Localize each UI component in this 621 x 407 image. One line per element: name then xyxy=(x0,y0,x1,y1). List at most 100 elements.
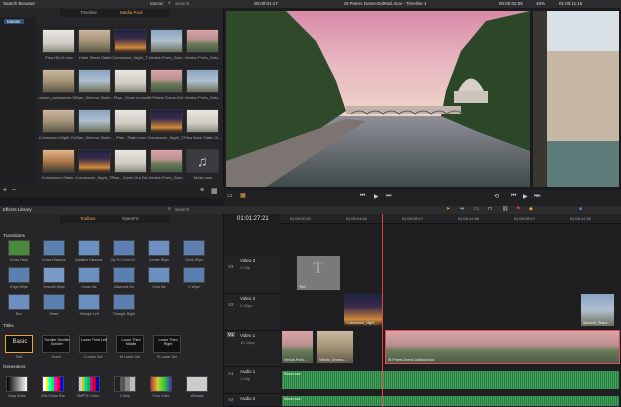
media-clip-thumbnail[interactable] xyxy=(42,29,75,53)
viewer-mode-icon[interactable]: ▭ xyxy=(227,192,233,199)
track-header-v2[interactable]: V2 Video 2 3 Clips xyxy=(224,294,280,331)
program-play-icon[interactable]: ▶ xyxy=(523,193,528,200)
transition-tile[interactable] xyxy=(148,240,170,256)
title-tile[interactable]: Lower Third Right xyxy=(153,335,181,353)
timeline-clip-st-peters[interactable]: St Peters Dome-DolMoil.mov xyxy=(385,330,620,364)
bin-dropdown[interactable]: Master xyxy=(150,1,164,6)
transition-tile[interactable] xyxy=(43,240,65,256)
title-tile[interactable]: Lower Third Left xyxy=(79,335,107,353)
tab-media-pool[interactable]: Media Pool xyxy=(120,10,143,15)
generator-tile[interactable] xyxy=(186,376,208,392)
transition-tile[interactable] xyxy=(78,240,100,256)
generator-tile[interactable] xyxy=(114,376,136,392)
media-clip-thumbnail[interactable] xyxy=(150,109,183,133)
timeline-options-icon[interactable]: ■ xyxy=(579,206,582,212)
media-clip-thumbnail[interactable] xyxy=(114,69,147,93)
media-clip-thumbnail[interactable] xyxy=(78,69,111,93)
prev-clip-icon[interactable]: ⏮ xyxy=(360,193,365,200)
track-name: Audio 2 xyxy=(240,396,256,401)
search-input[interactable]: Search xyxy=(175,1,189,6)
add-bin-icon[interactable]: + xyxy=(3,187,7,194)
playhead[interactable] xyxy=(382,214,383,407)
media-clip-thumbnail[interactable] xyxy=(186,29,219,53)
media-clip-thumbnail[interactable] xyxy=(42,109,75,133)
transition-tile[interactable] xyxy=(113,240,135,256)
generator-tile[interactable] xyxy=(150,376,172,392)
transition-tile[interactable] xyxy=(8,294,30,310)
transition-tile[interactable] xyxy=(113,294,135,310)
transition-tile[interactable] xyxy=(183,267,205,283)
marker-icon[interactable]: ◆ xyxy=(529,206,533,212)
play-icon[interactable]: ▶ xyxy=(374,193,379,200)
media-clip-thumbnail[interactable] xyxy=(150,69,183,93)
minus-icon[interactable]: − xyxy=(12,187,16,194)
grid-icon[interactable]: ▦ xyxy=(240,192,246,199)
timeline-clip-venice[interactable]: Venice-Porti... xyxy=(281,330,314,364)
grid-view-icon[interactable]: ▦ xyxy=(211,187,218,195)
media-clip-thumbnail[interactable] xyxy=(150,29,183,53)
track-header-v1[interactable]: V1 Video 1 10 Clips xyxy=(224,331,280,367)
timeline-clip-music-1[interactable]: Music.wav xyxy=(281,370,620,390)
media-clip-thumbnail[interactable] xyxy=(150,149,183,173)
blade-tool-icon[interactable]: ▭ xyxy=(474,206,479,212)
next-clip-icon[interactable]: ⏭ xyxy=(386,193,391,200)
transition-tile[interactable] xyxy=(8,240,30,256)
transition-tile[interactable] xyxy=(43,267,65,283)
transition-label: Clock Wipe xyxy=(184,258,204,262)
loop-icon[interactable]: ⟲ xyxy=(494,193,499,200)
timeline-clip-colosseum[interactable]: Colosseum_Night_... xyxy=(343,293,384,327)
media-clip-thumbnail[interactable] xyxy=(186,109,219,133)
snap-icon[interactable]: ⊓ xyxy=(488,206,492,212)
media-clip-thumbnail[interactable]: ♫ xyxy=(186,149,219,173)
tab-toolbox[interactable]: Toolbox xyxy=(80,216,96,221)
timeline-clip-text[interactable]: T Text xyxy=(296,255,341,291)
track-header-v3[interactable]: V3 Video 3 1 Clip xyxy=(224,256,280,294)
media-clip-thumbnail[interactable] xyxy=(78,149,111,173)
media-clip-thumbnail[interactable] xyxy=(114,109,147,133)
flag-icon[interactable]: ⚑ xyxy=(516,206,520,212)
transition-tile[interactable] xyxy=(43,294,65,310)
generator-tile[interactable] xyxy=(6,376,28,392)
timeline-clip-vittorio[interactable]: Vittorio_Emanu... xyxy=(316,330,354,364)
tab-openfx[interactable]: OpenFX xyxy=(122,216,139,221)
timeline-clip-spanish-steps[interactable]: Spanish_Steps... xyxy=(580,293,615,327)
title-tile[interactable]: Basic xyxy=(5,335,33,353)
link-icon[interactable]: ⛓ xyxy=(502,206,508,212)
effects-search-input[interactable]: Search xyxy=(175,207,189,212)
generator-tile[interactable] xyxy=(78,376,100,392)
transition-tile[interactable] xyxy=(78,267,100,283)
bin-master[interactable]: Master xyxy=(4,19,24,24)
media-clip-thumbnail[interactable] xyxy=(114,149,147,173)
pointer-tool-icon[interactable]: ➤ xyxy=(446,206,450,212)
transition-tile[interactable] xyxy=(148,267,170,283)
timeline-clip-music-2[interactable]: Music.wav xyxy=(281,395,620,407)
zoom-level[interactable]: 48% xyxy=(536,1,545,6)
program-viewer-frame[interactable] xyxy=(533,11,619,187)
effects-search-icon[interactable]: ⌕ xyxy=(168,206,171,212)
transition-tile[interactable] xyxy=(8,267,30,283)
media-clip-thumbnail[interactable] xyxy=(114,29,147,53)
viewer-frame[interactable] xyxy=(226,11,530,187)
title-tile[interactable]: Scroller Scroller Scroller xyxy=(42,335,70,353)
trim-tool-icon[interactable]: ⇹ xyxy=(460,206,464,212)
program-prev-icon[interactable]: ⏮ xyxy=(511,193,516,200)
search-icon[interactable]: ⌕ xyxy=(168,0,171,6)
tab-timeline[interactable]: Timeline xyxy=(80,10,97,15)
list-view-icon[interactable]: ≡ xyxy=(200,187,204,194)
media-clip-thumbnail[interactable] xyxy=(78,109,111,133)
media-clip-thumbnail[interactable] xyxy=(42,69,75,93)
transition-tile[interactable] xyxy=(113,267,135,283)
media-clip-thumbnail[interactable] xyxy=(186,69,219,93)
media-clip-thumbnail[interactable] xyxy=(78,29,111,53)
transition-tile[interactable] xyxy=(183,240,205,256)
track-header-a1[interactable]: A1 Audio 1 1 Clip xyxy=(224,367,280,394)
media-clip-thumbnail[interactable] xyxy=(42,149,75,173)
track-header-a2[interactable]: A2 Audio 2 xyxy=(224,394,280,407)
transition-label: Cross Fade xyxy=(9,258,29,262)
generator-tile[interactable] xyxy=(42,376,64,392)
timeline-ruler[interactable]: 01:00:00:02 01:00:04:02 01:00:08:17 01:00:1… xyxy=(280,214,621,224)
scissors-icon[interactable]: ✂ xyxy=(536,193,541,200)
transition-tile[interactable] xyxy=(78,294,100,310)
title-tile[interactable]: Lower Third Middle xyxy=(116,335,144,353)
viewer-panel: 00:00:01:17 St Peters Dome-DolMoil.mov -… xyxy=(224,0,621,206)
